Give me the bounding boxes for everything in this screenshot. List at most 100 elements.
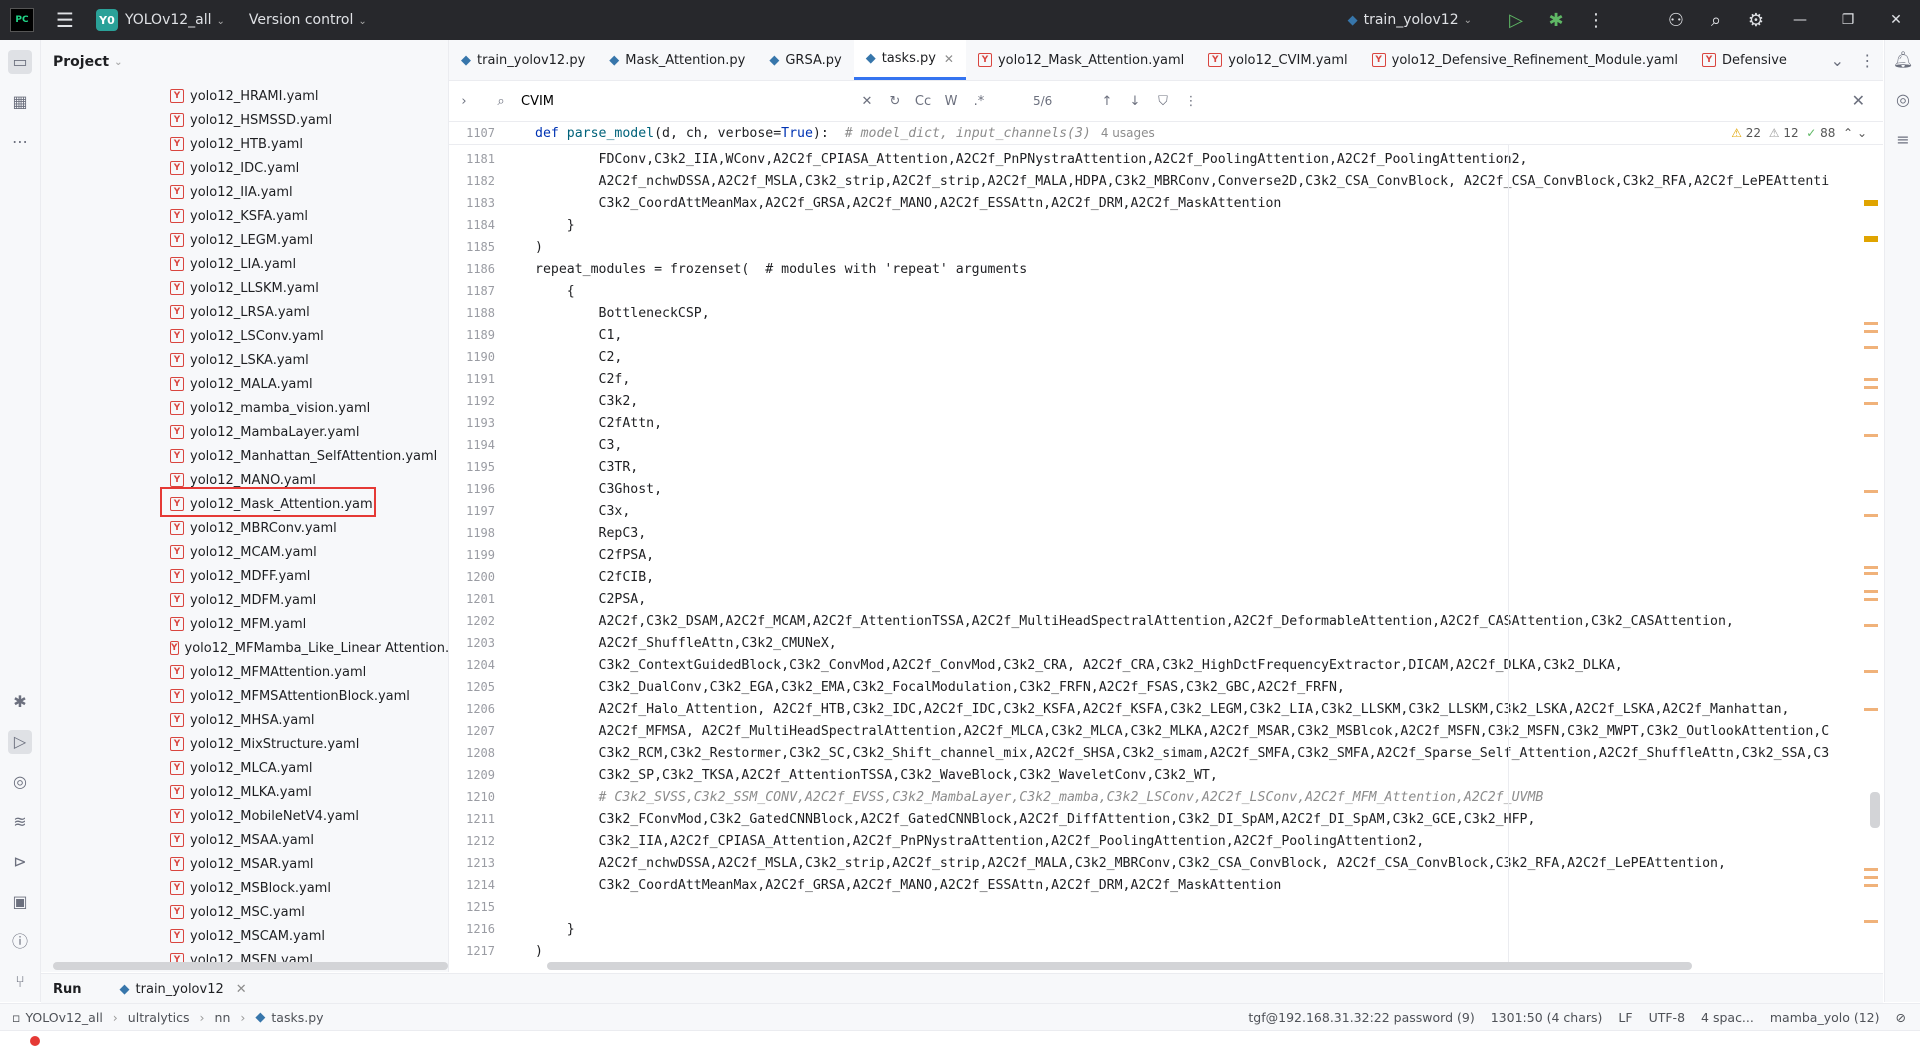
code-line[interactable]: 1183 C3k2_CoordAttMeanMax,A2C2f_GRSA,A2C… <box>449 192 1883 214</box>
project-file-item[interactable]: Yyolo12_IDC.yaml <box>41 156 448 180</box>
project-panel-header[interactable]: Project ⌄ <box>41 40 448 84</box>
project-file-item[interactable]: Yyolo12_MCAM.yaml <box>41 540 448 564</box>
code-line[interactable]: 1198 RepC3, <box>449 522 1883 544</box>
inspection-widget[interactable]: ⚠ 22 ⚠ 12 ✓ 88 ⌃ ⌄ <box>1731 122 1867 144</box>
code-line[interactable]: 1191 C2f, <box>449 368 1883 390</box>
caret-position[interactable]: 1301:50 (4 chars) <box>1491 1010 1603 1025</box>
error-stripe-marker[interactable] <box>1864 670 1878 673</box>
project-file-item[interactable]: Yyolo12_MBRConv.yaml <box>41 516 448 540</box>
more-tools-icon[interactable]: ⋯ <box>8 130 32 154</box>
history-icon[interactable]: ↻ <box>881 94 909 109</box>
match-case-toggle[interactable]: Cc <box>909 94 937 109</box>
code-line[interactable]: 1203 A2C2f_ShuffleAttn,C3k2_CMUNeX, <box>449 632 1883 654</box>
editor-tab[interactable]: ◆ Mask_Attention.py <box>597 40 757 80</box>
run-icon[interactable]: ▷ <box>1496 10 1536 31</box>
indent-setting[interactable]: 4 spac... <box>1701 1010 1754 1025</box>
run-config-dropdown[interactable]: ◆ train_yolov12 ⌄ <box>1348 12 1472 28</box>
error-stripe-marker[interactable] <box>1864 346 1878 349</box>
error-stripe-marker[interactable] <box>1864 590 1878 593</box>
project-file-item[interactable]: Yyolo12_LSKA.yaml <box>41 348 448 372</box>
project-file-item[interactable]: Yyolo12_MixStructure.yaml <box>41 732 448 756</box>
error-stripe-marker[interactable] <box>1864 200 1878 206</box>
code-line[interactable]: 1188 BottleneckCSP, <box>449 302 1883 324</box>
code-line[interactable]: 1187 { <box>449 280 1883 302</box>
project-file-item[interactable]: Yyolo12_MLCA.yaml <box>41 756 448 780</box>
code-line[interactable]: 1215 <box>449 896 1883 918</box>
project-tool-icon[interactable]: ▭ <box>8 50 32 74</box>
ai-assistant-icon[interactable]: ◎ <box>1891 88 1915 112</box>
error-stripe-marker[interactable] <box>1864 572 1878 575</box>
add-user-icon[interactable]: ⚇ <box>1656 10 1696 31</box>
editor-horizontal-scrollbar[interactable] <box>547 962 1692 970</box>
project-file-item[interactable]: Yyolo12_MSAA.yaml <box>41 828 448 852</box>
file-encoding[interactable]: UTF-8 <box>1649 1010 1685 1025</box>
code-line[interactable]: 1182 A2C2f_nchwDSSA,A2C2f_MSLA,C3k2_stri… <box>449 170 1883 192</box>
editor-tab[interactable]: Yyolo12_Mask_Attention.yaml <box>966 40 1196 80</box>
project-file-item[interactable]: Yyolo12_MSCAM.yaml <box>41 924 448 948</box>
project-horizontal-scrollbar[interactable] <box>53 962 448 970</box>
error-stripe-marker[interactable] <box>1864 322 1878 325</box>
code-line[interactable]: 1211 C3k2_FConvMod,C3k2_GatedCNNBlock,A2… <box>449 808 1883 830</box>
find-input[interactable] <box>519 92 853 110</box>
project-file-item[interactable]: Yyolo12_KSFA.yaml <box>41 204 448 228</box>
code-line[interactable]: 1202 A2C2f,C3k2_DSAM,A2C2f_MCAM,A2C2f_At… <box>449 610 1883 632</box>
project-file-item[interactable]: Yyolo12_HSMSSD.yaml <box>41 108 448 132</box>
code-line[interactable]: 1214 C3k2_CoordAttMeanMax,A2C2f_GRSA,A2C… <box>449 874 1883 896</box>
code-line[interactable]: 1201 C2PSA, <box>449 588 1883 610</box>
editor-tab[interactable]: Yyolo12_Defensive_Refinement_Module.yaml <box>1360 40 1690 80</box>
project-file-item[interactable]: Yyolo12_MDFF.yaml <box>41 564 448 588</box>
code-line[interactable]: 1200 C2fCIB, <box>449 566 1883 588</box>
remote-host-status[interactable]: tgf@192.168.31.32:22 password (9) <box>1248 1010 1474 1025</box>
project-file-item[interactable]: Yyolo12_MHSA.yaml <box>41 708 448 732</box>
code-line[interactable]: 1207 A2C2f_MFMSA, A2C2f_MultiHeadSpectra… <box>449 720 1883 742</box>
project-file-item[interactable]: Yyolo12_MDFM.yaml <box>41 588 448 612</box>
project-file-item[interactable]: Yyolo12_MFMamba_Like_Linear Attention.ya… <box>41 636 448 660</box>
editor-tab[interactable]: ◆ GRSA.py <box>757 40 853 80</box>
line-separator[interactable]: LF <box>1618 1010 1632 1025</box>
project-file-item[interactable]: Yyolo12_MALA.yaml <box>41 372 448 396</box>
more-icon[interactable]: ⋮ <box>1859 51 1875 70</box>
code-line[interactable]: 1197 C3x, <box>449 500 1883 522</box>
code-line[interactable]: 1186 repeat_modules = frozenset( # module… <box>449 258 1883 280</box>
code-line[interactable]: 1217) <box>449 940 1883 962</box>
lock-icon[interactable]: ⊘ <box>1896 1010 1906 1025</box>
run-tool-icon[interactable]: ▷ <box>8 730 32 754</box>
project-name-dropdown[interactable]: YOLOv12_all ⌄ <box>125 12 225 28</box>
project-file-item[interactable]: Yyolo12_MFMAttention.yaml <box>41 660 448 684</box>
project-file-item[interactable]: Yyolo12_LIA.yaml <box>41 252 448 276</box>
settings-gear-icon[interactable]: ⚙ <box>1736 10 1776 31</box>
project-file-item[interactable]: Yyolo12_LEGM.yaml <box>41 228 448 252</box>
chevron-down-icon[interactable]: ⌄ <box>1857 126 1867 140</box>
code-line[interactable]: 1209 C3k2_SP,C3k2_TKSA,A2C2f_AttentionTS… <box>449 764 1883 786</box>
breadcrumb-item[interactable]: nn <box>215 1010 231 1025</box>
next-match-icon[interactable]: ↓ <box>1121 94 1149 109</box>
code-editor[interactable]: 1107 def parse_model(d, ch, verbose=True)… <box>449 122 1883 972</box>
error-stripe-marker[interactable] <box>1864 624 1878 627</box>
code-line[interactable]: 1199 C2fPSA, <box>449 544 1883 566</box>
version-control-dropdown[interactable]: Version control ⌄ <box>249 12 367 28</box>
code-line[interactable]: 1192 C3k2, <box>449 390 1883 412</box>
code-line[interactable]: 1181 FDConv,C3k2_IIA,WConv,A2C2f_CPIASA_… <box>449 148 1883 170</box>
error-stripe-marker[interactable] <box>1864 330 1878 333</box>
project-file-item[interactable]: Yyolo12_LSConv.yaml <box>41 324 448 348</box>
notifications-icon[interactable]: 🔔︎ <box>1891 48 1915 72</box>
error-stripe-marker[interactable] <box>1864 514 1878 517</box>
close-find-icon[interactable]: ✕ <box>1852 91 1865 110</box>
previous-match-icon[interactable]: ↑ <box>1093 94 1121 109</box>
project-file-item[interactable]: Yyolo12_MLKA.yaml <box>41 780 448 804</box>
project-badge[interactable]: Y0 <box>95 9 118 31</box>
error-stripe-marker[interactable] <box>1864 598 1878 601</box>
project-file-item[interactable]: Yyolo12_MSBlock.yaml <box>41 876 448 900</box>
error-stripe-marker[interactable] <box>1864 566 1878 569</box>
project-file-item[interactable]: Yyolo12_mamba_vision.yaml <box>41 396 448 420</box>
error-stripe-marker[interactable] <box>1864 868 1878 871</box>
code-line[interactable]: 1196 C3Ghost, <box>449 478 1883 500</box>
code-line[interactable]: 1212 C3k2_IIA,A2C2f_CPIASA_Attention,A2C… <box>449 830 1883 852</box>
more-icon[interactable]: ⋮ <box>1177 94 1205 109</box>
error-stripe-marker[interactable] <box>1864 378 1878 381</box>
usages-hint[interactable]: 4 usages <box>1101 126 1155 140</box>
project-file-item[interactable]: Yyolo12_MobileNetV4.yaml <box>41 804 448 828</box>
breadcrumb-item[interactable]: YOLOv12_all <box>25 1010 102 1025</box>
editor-vertical-scrollbar[interactable] <box>1870 792 1880 828</box>
project-file-item[interactable]: Yyolo12_IIA.yaml <box>41 180 448 204</box>
